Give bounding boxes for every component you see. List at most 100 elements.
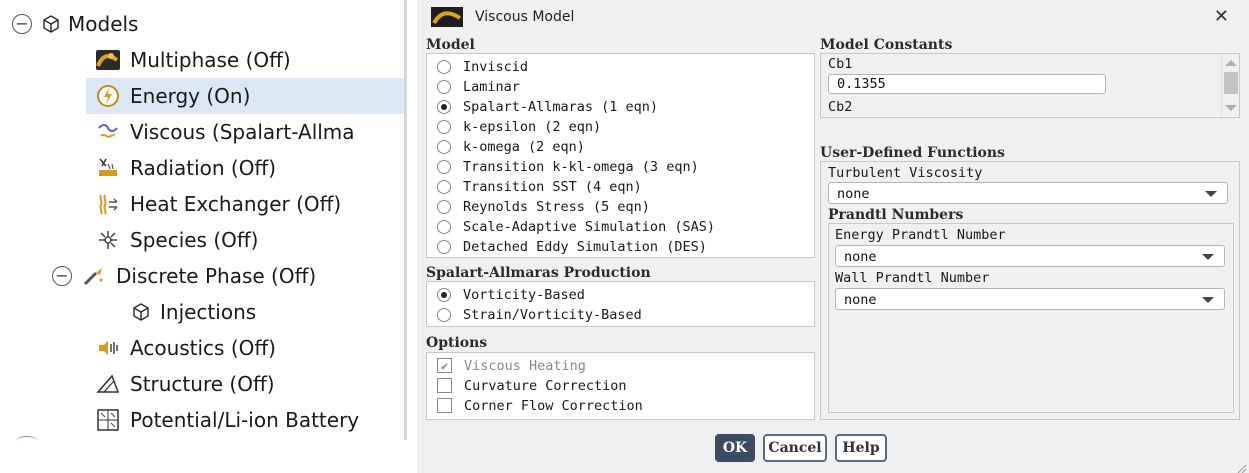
udf-section-title: User-Defined Functions [820, 145, 1005, 161]
option-label: k-epsilon (2 eqn) [463, 118, 602, 135]
radio-button[interactable] [437, 179, 451, 194]
option-label: Detached Eddy Simulation (DES) [463, 238, 707, 255]
collapse-icon[interactable] [16, 436, 38, 446]
cube-icon [130, 298, 152, 326]
select-value: none [844, 249, 877, 265]
cancel-button[interactable]: Cancel [763, 434, 827, 462]
option-label: Corner Flow Correction [464, 397, 643, 414]
discrete-phase-icon [80, 262, 108, 290]
constants-scrollbar[interactable] [1221, 54, 1239, 117]
prandtl-section-title: Prandtl Numbers [828, 207, 964, 223]
tree-item-acoustics[interactable]: Acoustics (Off) [94, 330, 276, 366]
radio-button[interactable] [437, 139, 451, 154]
model-option-reynolds-stress[interactable]: Reynolds Stress (5 eqn) [437, 197, 650, 216]
radio-button[interactable] [437, 159, 451, 174]
tree-item-injections[interactable]: Injections [130, 294, 256, 330]
model-option-k-omega[interactable]: k-omega (2 eqn) [437, 137, 585, 156]
acoustics-icon [94, 334, 122, 362]
dialog-titlebar[interactable]: Viscous Model ✕ [417, 0, 1249, 33]
tree-item-structure[interactable]: Structure (Off) [94, 366, 275, 402]
tree-item-discrete-phase[interactable]: − Discrete Phase (Off) [52, 258, 316, 294]
model-option-spalart-allmaras[interactable]: Spalart-Allmaras (1 eqn) [437, 97, 658, 116]
model-option-laminar[interactable]: Laminar [437, 77, 520, 96]
close-icon[interactable]: ✕ [1214, 6, 1229, 27]
option-label: Inviscid [463, 58, 529, 75]
radio-button[interactable] [437, 199, 451, 214]
tree-item-battery[interactable]: Potential/Li-ion Battery [94, 402, 359, 438]
energy-icon [94, 82, 122, 110]
radio-button[interactable] [437, 239, 451, 254]
tree-item-energy[interactable]: Energy (On) [86, 78, 404, 114]
chevron-down-icon [1202, 254, 1214, 260]
radio-button[interactable] [437, 79, 451, 94]
checkbox[interactable] [437, 398, 452, 413]
scroll-thumb[interactable] [1224, 72, 1238, 94]
model-option-sas[interactable]: Scale-Adaptive Simulation (SAS) [437, 217, 715, 236]
checkbox[interactable] [437, 378, 452, 393]
app-logo-icon [431, 6, 463, 27]
model-radio-group: Inviscid Laminar Spalart-Allmaras (1 eqn… [426, 53, 815, 258]
ok-button[interactable]: OK [715, 434, 755, 462]
cb1-label: Cb1 [828, 56, 853, 72]
option-label: Spalart-Allmaras (1 eqn) [463, 98, 659, 115]
panel-divider[interactable] [404, 0, 407, 440]
option-label: Viscous Heating [464, 357, 586, 374]
model-option-k-epsilon[interactable]: k-epsilon (2 eqn) [437, 117, 601, 136]
radio-button-selected[interactable] [437, 287, 451, 302]
tree-item-multiphase[interactable]: Multiphase (Off) [94, 42, 291, 78]
tree-item-species[interactable]: Species (Off) [94, 222, 258, 258]
model-option-transition-sst[interactable]: Transition SST (4 eqn) [437, 177, 642, 196]
option-label: Transition k-kl-omega (3 eqn) [463, 158, 699, 175]
tree-item-label: Heat Exchanger (Off) [130, 192, 342, 216]
option-label: k-omega (2 eqn) [463, 138, 585, 155]
udf-panel: Turbulent Viscosity none Prandtl Numbers… [820, 161, 1240, 420]
wall-prandtl-label: Wall Prandtl Number [835, 270, 990, 286]
dialog-title: Viscous Model [475, 8, 575, 25]
radio-button[interactable] [437, 119, 451, 134]
model-option-des[interactable]: Detached Eddy Simulation (DES) [437, 237, 707, 256]
scroll-up-icon[interactable] [1225, 60, 1237, 66]
tree-item-heat-exchanger[interactable]: Heat Exchanger (Off) [94, 186, 341, 222]
production-option-strain-vorticity[interactable]: Strain/Vorticity-Based [437, 305, 642, 324]
collapse-icon[interactable]: − [12, 14, 32, 34]
tree-item-viscous[interactable]: Viscous (Spalart-Allma [94, 114, 355, 150]
wall-prandtl-select[interactable]: none [835, 288, 1225, 310]
production-option-vorticity[interactable]: Vorticity-Based [437, 285, 585, 304]
energy-prandtl-select[interactable]: none [835, 245, 1225, 267]
scroll-down-icon[interactable] [1225, 105, 1237, 111]
turbulent-viscosity-select[interactable]: none [828, 182, 1228, 204]
option-label: Reynolds Stress (5 eqn) [463, 198, 650, 215]
tree-item-label: Potential/Li-ion Battery [130, 408, 360, 432]
tree-item-label: Acoustics (Off) [130, 336, 276, 360]
model-option-inviscid[interactable]: Inviscid [437, 57, 528, 76]
tree-item-radiation[interactable]: Radiation (Off) [94, 150, 276, 186]
tree-item-models[interactable]: − Models [12, 6, 138, 42]
radio-button-selected[interactable] [437, 99, 451, 114]
radio-button[interactable] [437, 59, 451, 74]
tree-item-label: Radiation (Off) [130, 156, 277, 180]
cb1-input[interactable]: 0.1355 [828, 74, 1106, 94]
chevron-down-icon [1202, 297, 1214, 303]
radio-button[interactable] [437, 307, 451, 322]
viscous-model-dialog: Viscous Model ✕ Model Inviscid Laminar S… [417, 0, 1249, 473]
option-label: Laminar [463, 78, 520, 95]
collapse-icon[interactable]: − [52, 266, 72, 286]
species-icon [94, 226, 122, 254]
cb2-label: Cb2 [828, 99, 853, 115]
option-corner-flow-correction[interactable]: Corner Flow Correction [437, 396, 643, 415]
model-tree-panel: − Models Multiphase (Off) Energy (On) Vi… [0, 0, 404, 473]
option-viscous-heating[interactable]: ✔ Viscous Heating [437, 356, 586, 375]
turbulent-viscosity-label: Turbulent Viscosity [828, 165, 983, 181]
checkbox-checked[interactable]: ✔ [437, 358, 452, 373]
help-button[interactable]: Help [835, 434, 887, 462]
model-option-transition-k-kl-omega[interactable]: Transition k-kl-omega (3 eqn) [437, 157, 699, 176]
resize-grip-icon[interactable] [1235, 459, 1247, 473]
options-section-title: Options [426, 335, 488, 351]
model-section-title: Model [426, 37, 475, 53]
constants-section-title: Model Constants [820, 37, 953, 53]
battery-icon [94, 406, 122, 434]
options-checkbox-group: ✔ Viscous Heating Curvature Correction Co… [426, 352, 815, 420]
option-label: Transition SST (4 eqn) [463, 178, 642, 195]
option-curvature-correction[interactable]: Curvature Correction [437, 376, 627, 395]
radio-button[interactable] [437, 219, 451, 234]
